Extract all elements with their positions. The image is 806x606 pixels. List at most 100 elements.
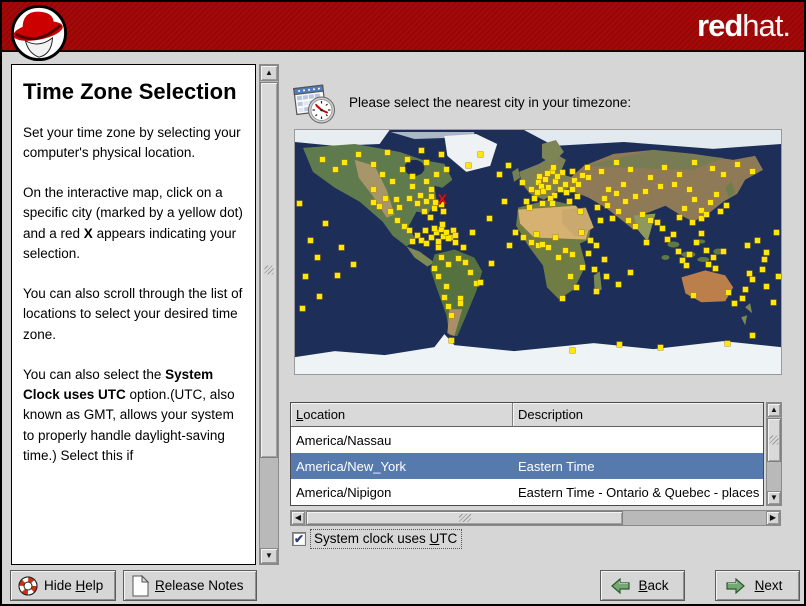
city-dot[interactable]: [657, 345, 663, 351]
city-dot[interactable]: [424, 241, 430, 247]
city-dot[interactable]: [586, 251, 592, 257]
city-dot[interactable]: [341, 159, 347, 165]
city-dot[interactable]: [570, 347, 576, 353]
city-dot[interactable]: [628, 269, 634, 275]
city-dot[interactable]: [543, 176, 549, 182]
city-dot[interactable]: [599, 169, 605, 175]
city-dot[interactable]: [555, 174, 561, 180]
city-dot[interactable]: [676, 214, 682, 220]
city-dot[interactable]: [470, 230, 476, 236]
city-dot[interactable]: [759, 267, 765, 273]
city-dot[interactable]: [591, 267, 597, 273]
city-dot[interactable]: [549, 201, 555, 207]
city-dot[interactable]: [606, 186, 612, 192]
city-dot[interactable]: [448, 313, 454, 319]
city-dot[interactable]: [623, 198, 629, 204]
city-dot[interactable]: [390, 179, 396, 185]
city-dot[interactable]: [423, 228, 429, 234]
city-dot[interactable]: [579, 264, 585, 270]
city-dot[interactable]: [556, 255, 562, 261]
city-dot[interactable]: [526, 205, 532, 211]
city-dot[interactable]: [450, 227, 456, 233]
city-dot[interactable]: [550, 164, 556, 170]
city-dot[interactable]: [605, 202, 610, 208]
city-dot[interactable]: [487, 215, 493, 221]
city-dot[interactable]: [659, 225, 665, 231]
city-dot[interactable]: [433, 171, 439, 177]
city-dot[interactable]: [404, 157, 410, 163]
city-dot[interactable]: [409, 174, 415, 180]
city-dot[interactable]: [477, 152, 483, 158]
city-dot[interactable]: [725, 340, 731, 346]
city-dot[interactable]: [654, 220, 660, 226]
city-dot[interactable]: [640, 211, 645, 217]
table-horizontal-scrollbar[interactable]: ◀ ▶: [290, 510, 781, 526]
city-dot[interactable]: [453, 240, 459, 246]
city-dot[interactable]: [397, 204, 403, 210]
city-dot[interactable]: [604, 274, 610, 280]
city-dot[interactable]: [339, 245, 345, 251]
city-dot[interactable]: [587, 237, 593, 243]
city-dot[interactable]: [429, 186, 435, 192]
city-dot[interactable]: [739, 296, 745, 302]
scroll-down-button[interactable]: ▼: [260, 548, 278, 564]
city-dot[interactable]: [314, 254, 320, 260]
timezone-map[interactable]: X: [294, 129, 782, 375]
city-dot[interactable]: [681, 206, 687, 212]
city-dot[interactable]: [576, 182, 582, 188]
next-button[interactable]: Next: [715, 570, 800, 601]
city-dot[interactable]: [296, 201, 302, 207]
city-dot[interactable]: [742, 286, 748, 292]
city-dot[interactable]: [380, 171, 386, 177]
city-dot[interactable]: [749, 169, 755, 175]
city-dot[interactable]: [626, 217, 632, 223]
city-dot[interactable]: [536, 173, 542, 179]
city-dot[interactable]: [376, 203, 382, 209]
city-dot[interactable]: [445, 236, 451, 242]
city-dot[interactable]: [424, 179, 430, 185]
city-dot[interactable]: [720, 171, 726, 177]
city-dot[interactable]: [439, 221, 445, 227]
city-dot[interactable]: [594, 289, 600, 295]
city-dot[interactable]: [648, 175, 654, 181]
scroll-down-button[interactable]: ▼: [767, 491, 781, 505]
city-dot[interactable]: [595, 205, 601, 211]
city-dot[interactable]: [676, 171, 682, 177]
city-dot[interactable]: [714, 191, 720, 197]
city-dot[interactable]: [513, 229, 519, 235]
city-dot[interactable]: [533, 231, 539, 237]
scrollbar-thumb[interactable]: [767, 418, 781, 462]
city-dot[interactable]: [488, 260, 494, 266]
scroll-left-button[interactable]: ◀: [291, 511, 305, 525]
city-dot[interactable]: [438, 254, 444, 260]
city-dot[interactable]: [747, 270, 753, 276]
city-dot[interactable]: [477, 279, 483, 285]
city-dot[interactable]: [356, 152, 362, 158]
city-dot[interactable]: [570, 252, 576, 258]
city-dot[interactable]: [300, 306, 306, 312]
city-dot[interactable]: [562, 181, 568, 187]
city-dot[interactable]: [460, 245, 466, 251]
city-dot[interactable]: [448, 337, 454, 343]
release-notes-button[interactable]: Release Notes: [123, 570, 257, 601]
city-dot[interactable]: [431, 266, 437, 272]
city-dot[interactable]: [642, 189, 648, 194]
city-dot[interactable]: [613, 191, 619, 197]
city-dot[interactable]: [579, 173, 585, 179]
city-dot[interactable]: [560, 169, 566, 175]
city-dot[interactable]: [467, 269, 473, 275]
city-dot[interactable]: [764, 284, 770, 290]
city-dot[interactable]: [506, 242, 512, 248]
city-dot[interactable]: [414, 201, 420, 207]
city-dot[interactable]: [539, 201, 545, 207]
city-dot[interactable]: [699, 230, 705, 236]
city-dot[interactable]: [385, 149, 391, 155]
city-dot[interactable]: [538, 183, 544, 189]
city-dot[interactable]: [421, 208, 427, 214]
city-dot[interactable]: [586, 175, 592, 181]
city-dot[interactable]: [577, 209, 583, 215]
city-dot[interactable]: [431, 206, 437, 212]
city-dot[interactable]: [643, 240, 649, 246]
city-dot[interactable]: [424, 198, 430, 204]
city-dot[interactable]: [575, 194, 581, 200]
